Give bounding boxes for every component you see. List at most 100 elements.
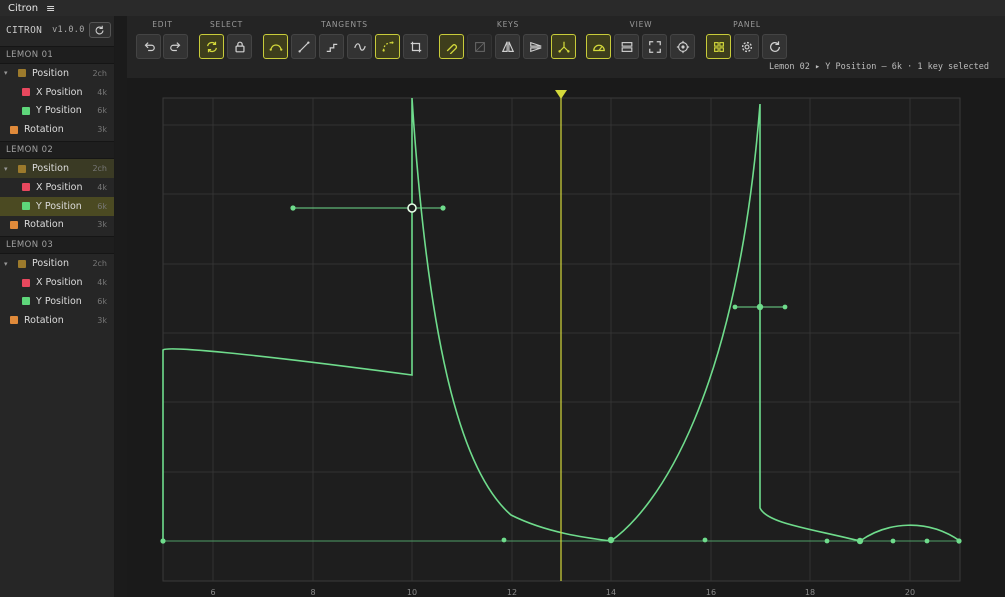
- tangent-handle-out[interactable]: [440, 205, 446, 211]
- x-tick-label: 12: [507, 588, 517, 597]
- tangent-handle-in[interactable]: [501, 537, 507, 543]
- linear-icon: [297, 40, 310, 53]
- tangent-smooth-button[interactable]: [347, 34, 372, 59]
- tangent-handle-in[interactable]: [824, 538, 830, 544]
- hamburger-icon[interactable]: ≡: [46, 2, 55, 15]
- color-swatch: [22, 202, 30, 211]
- channel-label: Rotation: [24, 124, 64, 136]
- channel-rotation[interactable]: Rotation 3k: [0, 120, 114, 139]
- refresh-button[interactable]: [88, 22, 111, 38]
- tangent-handle-out[interactable]: [782, 304, 788, 310]
- sine-icon: [353, 42, 366, 51]
- channel-position[interactable]: ▾ Position 2ch: [0, 159, 114, 178]
- key-count: 6k: [97, 106, 107, 116]
- panel-group-label: PANEL: [733, 20, 761, 29]
- expand-chevron-icon[interactable]: ▾: [4, 260, 14, 268]
- stack-view-button[interactable]: [614, 34, 639, 59]
- channel-rotation[interactable]: Rotation 3k: [0, 216, 114, 235]
- tangent-handle-in[interactable]: [290, 205, 296, 211]
- channel-y-position[interactable]: Y Position 6k: [0, 292, 114, 311]
- tangent-free-button[interactable]: [375, 34, 400, 59]
- tangent-handle-in[interactable]: [924, 538, 930, 544]
- group-header-lemon-01: LEMON 01: [0, 46, 114, 64]
- rows-icon: [621, 41, 632, 52]
- tangent-auto-button[interactable]: [263, 34, 288, 59]
- grid-panel-button[interactable]: [706, 34, 731, 59]
- brand-label: CITRON: [6, 24, 43, 36]
- tangent-break-button[interactable]: [403, 34, 428, 59]
- color-swatch: [18, 69, 26, 78]
- cycle-select-button[interactable]: [199, 34, 224, 59]
- redo-icon: [169, 41, 180, 51]
- key-count: 4k: [97, 182, 107, 192]
- tangent-linear-button[interactable]: [291, 34, 316, 59]
- key-count: 6k: [97, 296, 107, 306]
- flip-vertical-button[interactable]: [523, 34, 548, 59]
- magnet-icon: [446, 43, 457, 54]
- color-swatch: [18, 164, 26, 173]
- channel-rotation[interactable]: Rotation 3k: [0, 311, 114, 330]
- color-swatch: [22, 106, 30, 115]
- crop-icon: [410, 41, 421, 52]
- keyframe[interactable]: [956, 538, 962, 544]
- keyframe[interactable]: [856, 537, 864, 545]
- undo-button[interactable]: [136, 34, 161, 59]
- app-title: Citron: [8, 2, 39, 14]
- channel-label: X Position: [36, 277, 83, 289]
- main-panel: EDIT SELECT TANGENTS KEYS VIEW PANEL Lem…: [127, 16, 1005, 597]
- color-swatch: [22, 183, 30, 192]
- flip-horizontal-button[interactable]: [495, 34, 520, 59]
- keyframe[interactable]: [160, 538, 166, 544]
- x-tick-label: 14: [606, 588, 616, 597]
- redo-button[interactable]: [163, 34, 188, 59]
- expand-chevron-icon[interactable]: ▾: [4, 165, 14, 173]
- keys-group-label: KEYS: [496, 20, 520, 29]
- channel-label: Rotation: [24, 314, 64, 326]
- bezier-icon: [269, 43, 282, 51]
- key-count: 3k: [97, 315, 107, 325]
- color-swatch: [22, 297, 30, 306]
- tangent-step-button[interactable]: [319, 34, 344, 59]
- keyframe[interactable]: [756, 303, 764, 311]
- settings-button[interactable]: [734, 34, 759, 59]
- lock-button[interactable]: [227, 34, 252, 59]
- tangent-handle-out[interactable]: [702, 537, 708, 543]
- magnet-button[interactable]: [439, 34, 464, 59]
- speedometer-button[interactable]: [586, 34, 611, 59]
- channel-x-position[interactable]: X Position 4k: [0, 178, 114, 197]
- box-icon: [474, 41, 485, 52]
- tangent-handle-out[interactable]: [890, 538, 896, 544]
- channel-x-position[interactable]: X Position 4k: [0, 273, 114, 292]
- color-swatch: [22, 278, 30, 287]
- key-count: 3k: [97, 125, 107, 135]
- reset-button[interactable]: [762, 34, 787, 59]
- key-count: 4k: [97, 87, 107, 97]
- keyframe[interactable]: [607, 536, 615, 544]
- channel-count: 2ch: [92, 259, 107, 269]
- color-swatch: [10, 316, 18, 325]
- split-key-button[interactable]: [551, 34, 576, 59]
- channel-y-position[interactable]: Y Position 6k: [0, 102, 114, 121]
- color-swatch: [10, 220, 18, 229]
- channel-label: Y Position: [36, 200, 82, 212]
- selected-keyframe[interactable]: [407, 203, 417, 213]
- gauge-icon: [592, 44, 605, 51]
- channel-count: 2ch: [92, 164, 107, 174]
- tangent-handle-in[interactable]: [732, 304, 738, 310]
- expand-chevron-icon[interactable]: ▾: [4, 69, 14, 77]
- sidebar-header: CITRON v1.0.0: [0, 16, 114, 44]
- x-tick-label: 8: [310, 588, 315, 597]
- channel-label: Y Position: [36, 105, 82, 117]
- fit-view-button[interactable]: [642, 34, 667, 59]
- curve-graph[interactable]: 6 8 10 12 14 16 18 20: [127, 78, 1005, 597]
- key-disabled-button[interactable]: [467, 34, 492, 59]
- channel-y-position-selected[interactable]: Y Position 6k: [0, 196, 114, 216]
- channel-position[interactable]: ▾ Position 2ch: [0, 254, 114, 273]
- channel-x-position[interactable]: X Position 4k: [0, 83, 114, 102]
- color-swatch: [22, 88, 30, 97]
- lock-icon: [234, 41, 245, 52]
- channel-label: Y Position: [36, 295, 82, 307]
- focus-button[interactable]: [670, 34, 695, 59]
- channel-position[interactable]: ▾ Position 2ch: [0, 64, 114, 83]
- key-count: 6k: [97, 201, 107, 211]
